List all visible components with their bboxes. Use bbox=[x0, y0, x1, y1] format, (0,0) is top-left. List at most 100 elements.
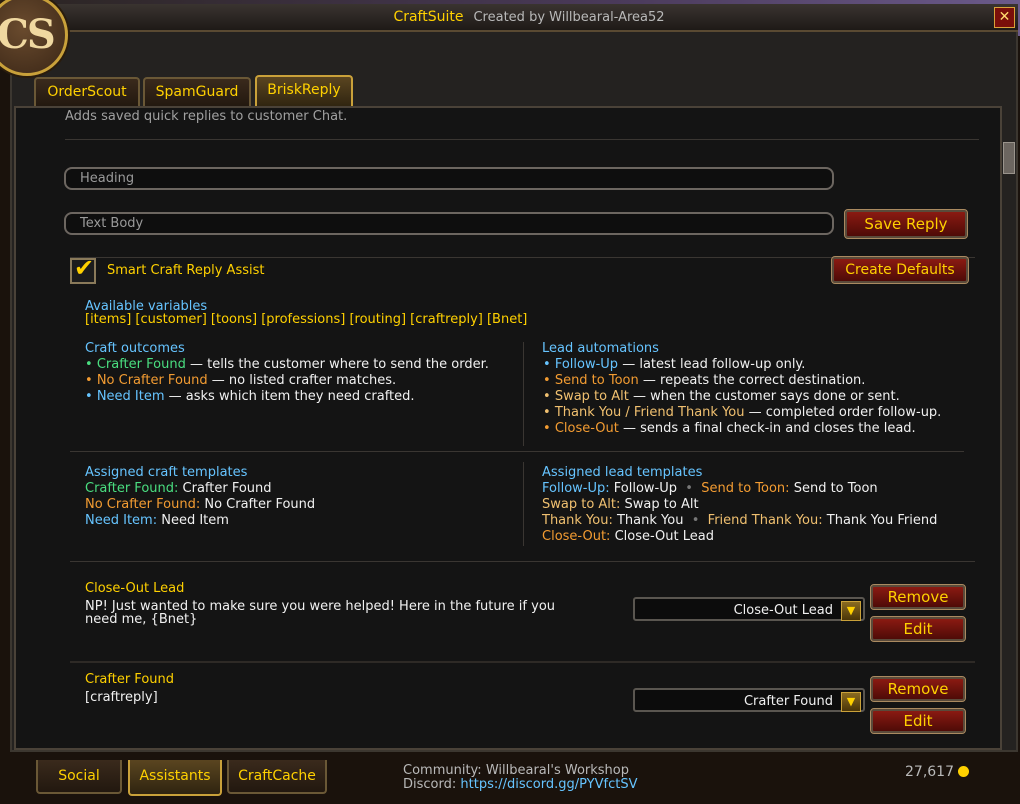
app-subtitle: Created by Willbearal-Area52 bbox=[473, 10, 665, 25]
close-button[interactable]: ✕ bbox=[994, 7, 1015, 28]
assignment-key: No Crafter Found: bbox=[85, 497, 201, 512]
automation-name: Follow-Up bbox=[554, 357, 619, 372]
outcome-name: Need Item bbox=[96, 389, 165, 404]
assignment-row: Close-Out: Close-Out Lead bbox=[542, 529, 714, 544]
reply-title: Close-Out Lead bbox=[85, 581, 185, 596]
assigned-craft-title: Assigned craft templates bbox=[85, 465, 248, 480]
chevron-down-icon[interactable]: ▼ bbox=[841, 601, 861, 621]
reply-title: Crafter Found bbox=[85, 672, 175, 687]
craft-outcomes-title: Craft outcomes bbox=[85, 341, 185, 356]
column-divider bbox=[523, 342, 524, 446]
assignment-key: Need Item: bbox=[85, 513, 158, 528]
app-name: CraftSuite bbox=[393, 9, 464, 25]
dropdown-value: Crafter Found bbox=[743, 694, 833, 709]
divider bbox=[70, 661, 975, 663]
list-item: • Send to Toon — repeats the correct des… bbox=[543, 373, 866, 388]
list-item: • Follow-Up — latest lead follow-up only… bbox=[543, 357, 806, 372]
automation-name: Swap to Alt bbox=[554, 389, 629, 404]
reply-category-dropdown[interactable]: Crafter Found ▼ bbox=[633, 688, 865, 712]
scrollbar-thumb[interactable] bbox=[1003, 142, 1015, 174]
assignment-key: Crafter Found: bbox=[85, 481, 179, 496]
edit-button[interactable]: Edit bbox=[870, 616, 966, 642]
tab-social[interactable]: Social bbox=[36, 760, 122, 794]
outcome-name: No Crafter Found bbox=[96, 373, 208, 388]
automation-desc: — when the customer says done or sent. bbox=[632, 389, 900, 404]
logo-text: CS bbox=[0, 11, 56, 58]
chevron-down-icon[interactable]: ▼ bbox=[841, 692, 861, 712]
outcome-desc: — no listed crafter matches. bbox=[211, 373, 397, 388]
reply-body-line: [craftreply] bbox=[85, 690, 158, 705]
variables-list: [items] [customer] [toons] [professions]… bbox=[85, 312, 528, 327]
edit-button[interactable]: Edit bbox=[870, 708, 966, 734]
assignment-key: Friend Thank You: bbox=[707, 513, 823, 528]
tab-orderscout[interactable]: OrderScout bbox=[34, 77, 140, 107]
divider bbox=[65, 139, 979, 140]
assignment-key: Follow-Up: bbox=[542, 481, 610, 496]
community-label: Community: bbox=[403, 763, 482, 778]
assignment-value: Thank You bbox=[616, 513, 684, 528]
remove-button[interactable]: Remove bbox=[870, 676, 966, 702]
discord-link[interactable]: https://discord.gg/PYVfctSV bbox=[460, 777, 637, 792]
automation-name: Close-Out bbox=[554, 421, 619, 436]
list-item: • Need Item — asks which item they need … bbox=[85, 389, 415, 404]
reply-category-dropdown[interactable]: Close-Out Lead ▼ bbox=[633, 597, 865, 621]
automation-desc: — repeats the correct destination. bbox=[642, 373, 866, 388]
smart-assist-label: Smart Craft Reply Assist bbox=[107, 263, 265, 278]
automation-desc: — latest lead follow-up only. bbox=[622, 357, 806, 372]
automation-desc: — completed order follow-up. bbox=[748, 405, 942, 420]
assignment-key: Swap to Alt: bbox=[542, 497, 621, 512]
list-item: • Thank You / Friend Thank You — complet… bbox=[543, 405, 942, 420]
assignment-value: Thank You Friend bbox=[826, 513, 938, 528]
assignment-row: Need Item: Need Item bbox=[85, 513, 229, 528]
automation-name: Thank You / Friend Thank You bbox=[554, 405, 745, 420]
outcome-name: Crafter Found bbox=[96, 357, 186, 372]
community-line: Community: Willbearal's Workshop bbox=[403, 763, 629, 778]
window-title: CraftSuite Created by Willbearal-Area52 bbox=[40, 9, 1018, 25]
smart-assist-checkbox[interactable]: ✔ bbox=[70, 254, 96, 284]
assignment-value: Need Item bbox=[161, 513, 229, 528]
remove-button[interactable]: Remove bbox=[870, 584, 966, 610]
divider bbox=[70, 561, 975, 562]
tab-briskreply[interactable]: BriskReply bbox=[255, 75, 353, 107]
tab-craftcache[interactable]: CraftCache bbox=[227, 760, 327, 794]
assigned-lead-title: Assigned lead templates bbox=[542, 465, 703, 480]
heading-input[interactable]: Heading bbox=[64, 167, 834, 190]
gold-value: 27,617 bbox=[905, 764, 954, 780]
reply-body-line: need me, {Bnet} bbox=[85, 612, 198, 627]
assignment-row: Swap to Alt: Swap to Alt bbox=[542, 497, 699, 512]
assignment-key: Thank You: bbox=[542, 513, 613, 528]
dropdown-value: Close-Out Lead bbox=[733, 603, 833, 618]
text-body-input[interactable]: Text Body bbox=[64, 212, 834, 235]
automation-desc: — sends a final check-in and closes the … bbox=[623, 421, 916, 436]
assignment-value: Close-Out Lead bbox=[614, 529, 714, 544]
list-item: • Crafter Found — tells the customer whe… bbox=[85, 357, 489, 372]
divider bbox=[70, 451, 964, 452]
automation-name: Send to Toon bbox=[554, 373, 639, 388]
assignment-value: Follow-Up bbox=[613, 481, 678, 496]
assignment-key: Close-Out: bbox=[542, 529, 611, 544]
assignment-value: No Crafter Found bbox=[204, 497, 316, 512]
assignment-row: Crafter Found: Crafter Found bbox=[85, 481, 272, 496]
community-value: Willbearal's Workshop bbox=[485, 763, 629, 778]
gold-amount: 27,617 bbox=[905, 764, 969, 780]
lead-automations-title: Lead automations bbox=[542, 341, 659, 356]
module-description: Adds saved quick replies to customer Cha… bbox=[65, 109, 348, 124]
tab-spamguard[interactable]: SpamGuard bbox=[143, 77, 251, 107]
create-defaults-button[interactable]: Create Defaults bbox=[831, 256, 969, 284]
tab-assistants[interactable]: Assistants bbox=[128, 760, 222, 796]
assignment-row: Thank You: Thank You • Friend Thank You:… bbox=[542, 513, 938, 528]
assignment-key: Send to Toon: bbox=[701, 481, 790, 496]
column-divider bbox=[523, 462, 524, 546]
assignment-value: Swap to Alt bbox=[624, 497, 699, 512]
discord-label: Discord: bbox=[403, 777, 457, 792]
list-item: • No Crafter Found — no listed crafter m… bbox=[85, 373, 397, 388]
check-icon: ✔ bbox=[74, 254, 95, 282]
title-bar[interactable]: CraftSuite Created by Willbearal-Area52 ✕ bbox=[40, 4, 1018, 32]
outcome-desc: — tells the customer where to send the o… bbox=[189, 357, 489, 372]
list-item: • Swap to Alt — when the customer says d… bbox=[543, 389, 900, 404]
discord-line: Discord: https://discord.gg/PYVfctSV bbox=[403, 777, 637, 792]
close-icon: ✕ bbox=[998, 9, 1011, 25]
list-item: • Close-Out — sends a final check-in and… bbox=[543, 421, 916, 436]
save-reply-button[interactable]: Save Reply bbox=[844, 209, 968, 239]
assignment-value: Crafter Found bbox=[182, 481, 272, 496]
